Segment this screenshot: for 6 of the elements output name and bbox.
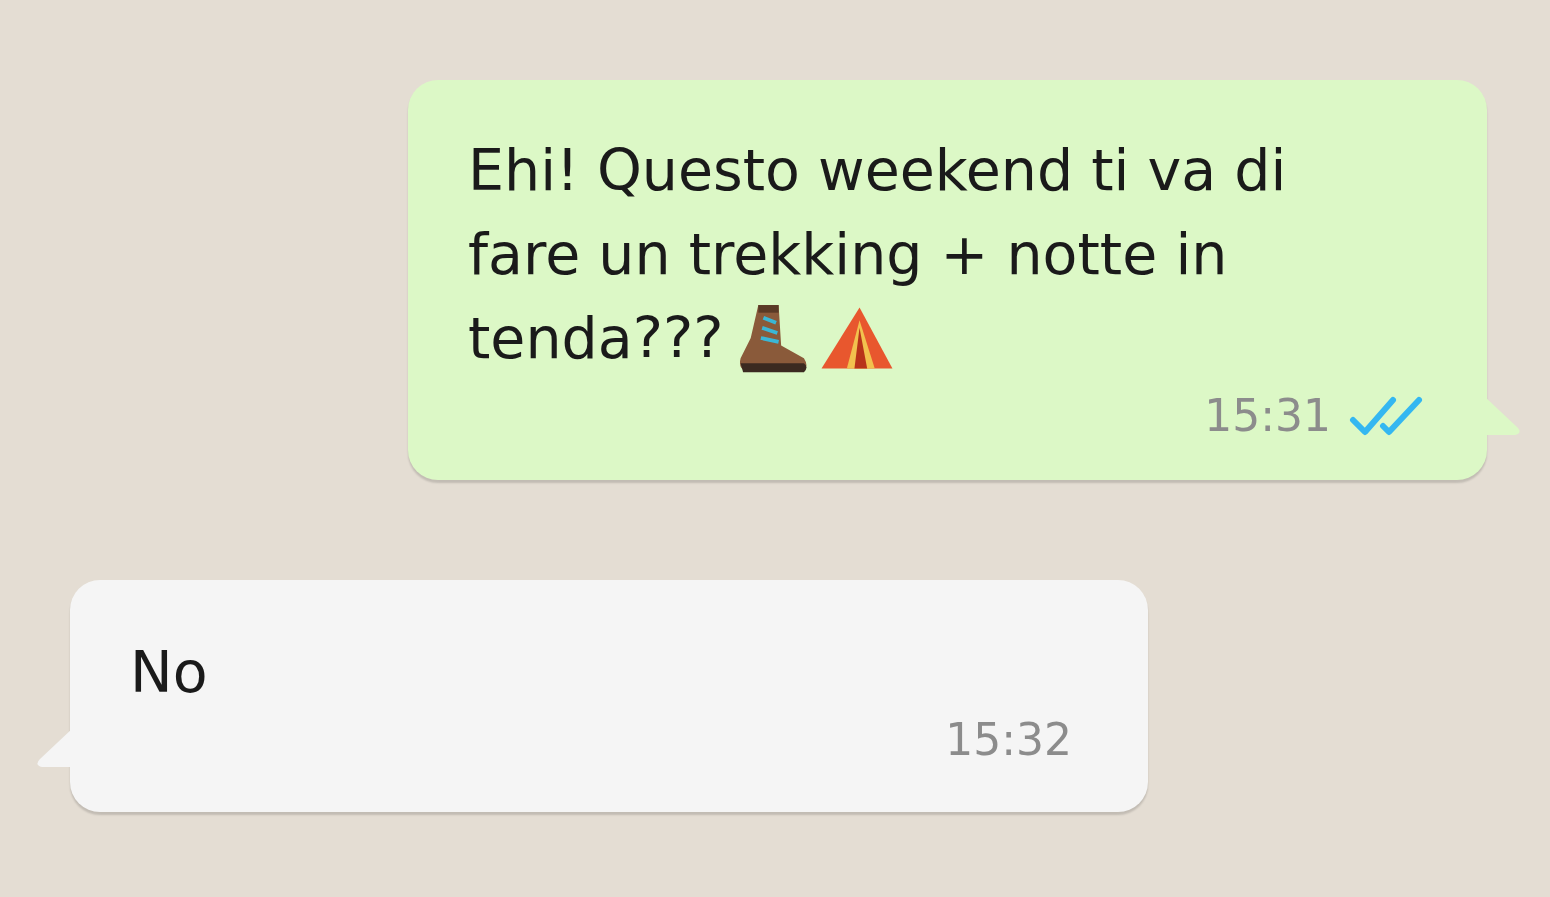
message-time: 15:31	[1204, 390, 1331, 441]
message-time: 15:32	[945, 714, 1072, 765]
message-text: fare un trekking + notte in	[468, 220, 1228, 289]
message-text: No	[130, 638, 208, 707]
message-text: tenda???	[468, 304, 724, 373]
message-text: Ehi! Questo weekend ti va di	[468, 136, 1287, 205]
